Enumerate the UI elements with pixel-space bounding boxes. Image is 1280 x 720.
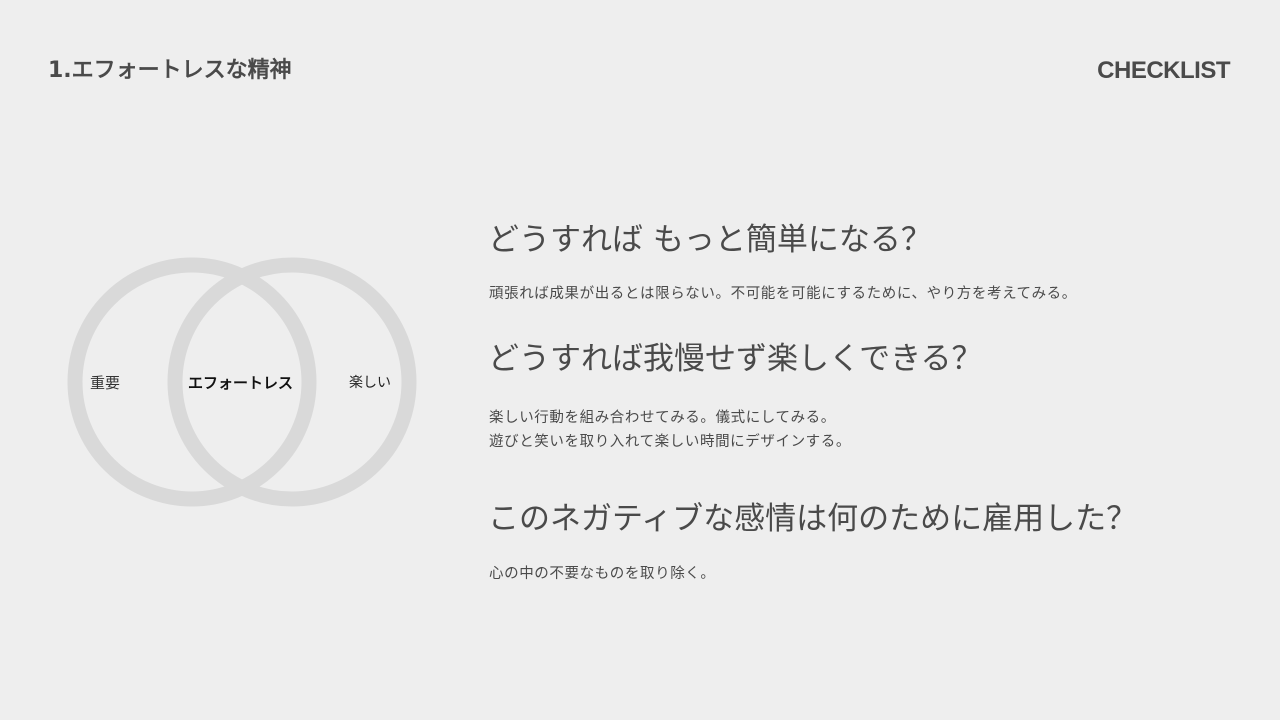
venn-label-fun: 楽しい	[349, 375, 391, 391]
venn-label-important: 重要	[90, 374, 121, 392]
checklist-answer-3: 心の中の不要なものを取り除く。	[489, 566, 716, 582]
checklist-question-3: このネガティブな感情は何のために雇用した？	[488, 501, 1138, 537]
page-header-title: 1.エフォートレスな精神	[48, 58, 292, 83]
checklist-answer-2-line-1: 楽しい行動を組み合わせてみる。儀式にしてみる。	[489, 410, 836, 426]
checklist-answer-1: 頑張れば成果が出るとは限らない。不可能を可能にするために、やり方を考えてみる。	[489, 286, 1077, 302]
venn-diagram: 重要 エフォートレス 楽しい	[60, 252, 430, 512]
checklist-question-2: どうすれば我慢せず楽しくできる？	[488, 341, 983, 377]
checklist-answer-2-line-2: 遊びと笑いを取り入れて楽しい時間にデザインする。	[489, 434, 851, 450]
checklist-tag: CHECKLIST	[1097, 57, 1230, 84]
checklist-question-1: どうすれば もっと簡単になる？	[488, 222, 932, 258]
venn-label-effortless: エフォートレス	[188, 374, 294, 392]
